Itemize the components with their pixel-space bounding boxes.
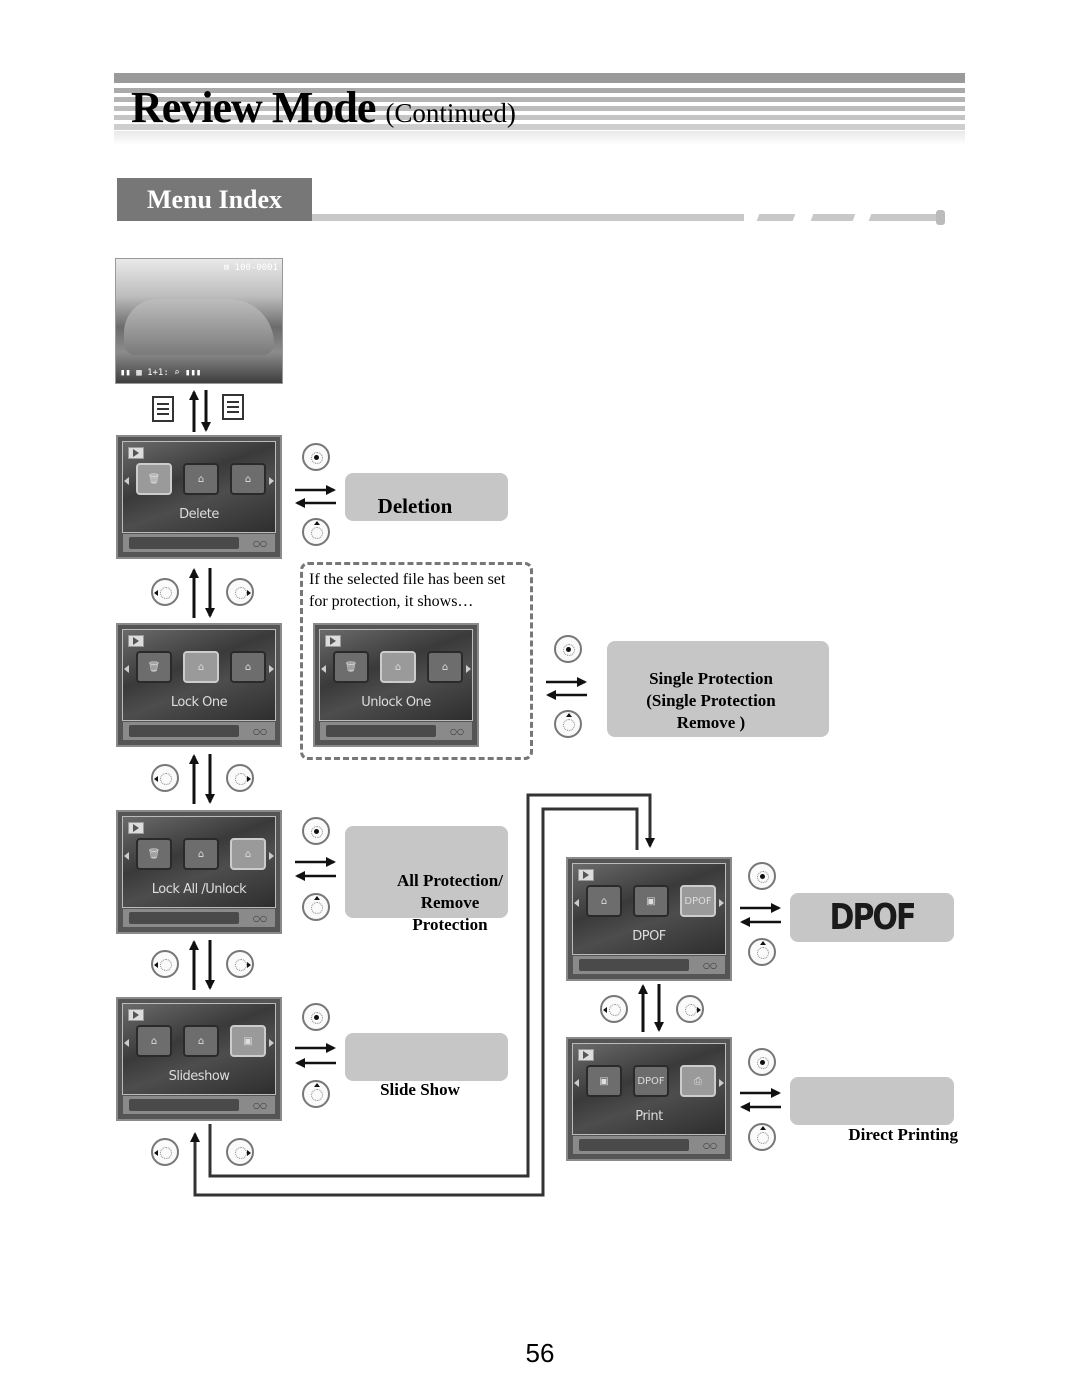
dpof-label: DPOF (829, 896, 917, 939)
page-number: 56 (525, 1338, 555, 1368)
slide-show-label: Slide Show (380, 1080, 460, 1099)
label-line: Remove (420, 893, 480, 912)
dpad-ok-icon (302, 443, 330, 471)
label-line: Protection (412, 915, 488, 934)
label-line: Single Protection (649, 669, 773, 688)
dpad-up-icon (748, 938, 776, 966)
single-protection-label: Single Protection (Single Protection Rem… (607, 668, 815, 734)
label-line: (Single Protection (646, 691, 776, 710)
dpad-ok-icon (302, 817, 330, 845)
dpad-ok-icon (302, 1003, 330, 1031)
dpad-right-icon (676, 995, 704, 1023)
label-line: Remove ) (676, 713, 746, 732)
dpad-ok-icon (748, 862, 776, 890)
dpad-left-icon (151, 1138, 179, 1166)
dpad-up-icon (302, 518, 330, 546)
dpad-left-icon (151, 764, 179, 792)
label-line: All Protection/ (397, 871, 503, 890)
dpad-left-icon (600, 995, 628, 1023)
dpad-ok-icon (748, 1048, 776, 1076)
dpad-right-icon (226, 578, 254, 606)
direct-printing-box (790, 1077, 954, 1125)
direct-printing-label: Direct Printing (848, 1125, 958, 1144)
dpad-ok-icon (554, 635, 582, 663)
dpad-right-icon (226, 764, 254, 792)
note-line: for protection, it shows… (309, 593, 474, 610)
dpad-right-icon (226, 1138, 254, 1166)
protected-note: If the selected file has been set for pr… (309, 569, 505, 613)
slide-show-box (345, 1033, 508, 1081)
deletion-label: Deletion (377, 494, 453, 518)
dpad-left-icon (151, 578, 179, 606)
all-protection-label: All Protection/ Remove Protection (380, 870, 520, 936)
dpad-up-icon (302, 1080, 330, 1108)
note-line: If the selected file has been set (309, 571, 506, 588)
flow-arrows (189, 390, 781, 1197)
dpad-up-icon (748, 1123, 776, 1151)
dpof-box: DPOF (790, 893, 954, 942)
dpad-up-icon (554, 710, 582, 738)
dpad-left-icon (151, 950, 179, 978)
dpad-right-icon (226, 950, 254, 978)
dpad-up-icon (302, 893, 330, 921)
